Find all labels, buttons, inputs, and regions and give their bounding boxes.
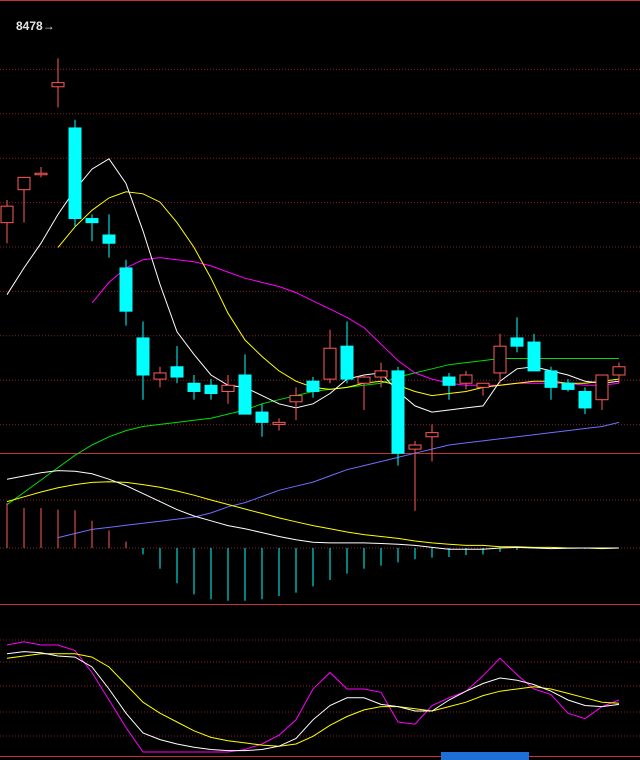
kdj-d-line <box>6 653 620 747</box>
candle-body-11 <box>187 382 201 392</box>
candle-body-4 <box>68 127 82 220</box>
candle-body-25 <box>425 432 439 438</box>
candle-body-31 <box>527 341 541 372</box>
candle-body-29 <box>493 345 507 374</box>
macd-dea-line <box>6 481 620 550</box>
candle-body-20 <box>340 345 354 380</box>
candle-body-24 <box>408 444 422 450</box>
candle-body-36 <box>612 366 626 376</box>
price-high-label: 8478→ <box>16 19 55 33</box>
candle-body-16 <box>272 421 286 425</box>
candle-body-2 <box>34 172 48 176</box>
candle-body-21 <box>357 376 371 384</box>
candle-body-6 <box>102 234 116 244</box>
candle-body-13 <box>221 384 235 392</box>
candle-body-14 <box>238 374 252 415</box>
candle-body-3 <box>51 82 65 88</box>
candle-body-5 <box>85 218 99 224</box>
candle-body-23 <box>391 370 405 454</box>
candle-body-17 <box>289 395 303 403</box>
candle-body-10 <box>170 366 184 378</box>
stock-chart <box>0 0 640 757</box>
ma5-line <box>6 158 620 413</box>
candle-body-32 <box>544 370 558 388</box>
date-cursor-tab[interactable] <box>441 752 529 760</box>
candle-body-26 <box>442 376 456 386</box>
candle-body-1 <box>17 176 31 191</box>
candle-body-30 <box>510 337 524 347</box>
ma120-line <box>57 421 620 539</box>
candle-body-9 <box>153 372 167 380</box>
candle-body-15 <box>255 411 269 423</box>
candle-body-27 <box>459 374 473 384</box>
candle-body-7 <box>119 267 133 312</box>
candle-body-35 <box>595 374 609 401</box>
candle-body-8 <box>136 337 150 376</box>
candle-body-33 <box>561 382 575 390</box>
candle-body-34 <box>578 390 592 409</box>
candle-body-19 <box>323 347 337 380</box>
candle-body-12 <box>204 384 218 395</box>
kdj-j-line <box>6 641 620 753</box>
candle-body-18 <box>306 380 320 392</box>
candle-body-28 <box>476 382 490 388</box>
candle-body-0 <box>0 205 14 224</box>
candle-body-22 <box>374 370 388 378</box>
